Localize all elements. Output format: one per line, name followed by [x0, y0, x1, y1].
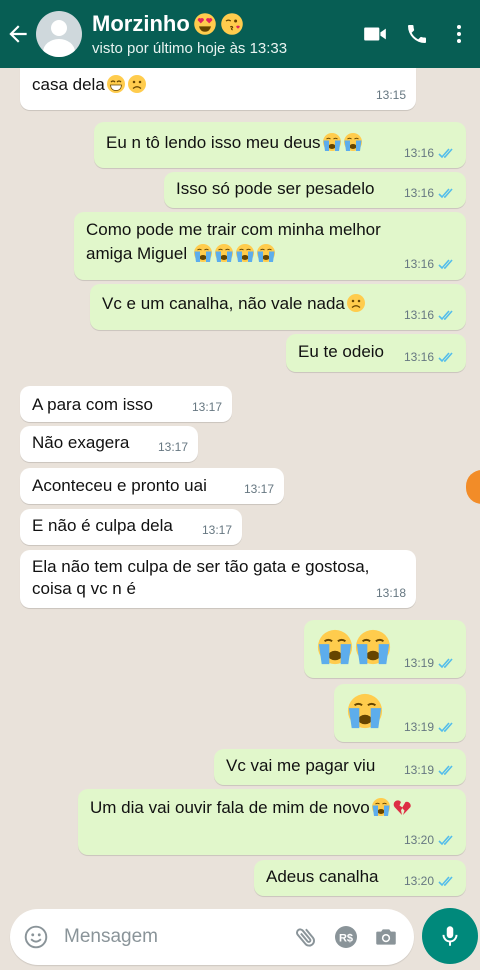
- crying-emoji-icon: [343, 132, 363, 152]
- broken-heart-emoji-icon: [392, 797, 412, 817]
- message-input-container: Mensagem R$: [10, 909, 414, 965]
- heart-eyes-emoji-icon: [193, 12, 217, 36]
- read-ticks-icon: [438, 148, 456, 159]
- message-time: 13:17: [243, 482, 274, 496]
- message-time: 13:17: [191, 400, 222, 414]
- message-text-line2: amiga Miguel: [86, 244, 188, 263]
- attach-button[interactable]: [286, 917, 326, 957]
- grin-emoji-icon: [106, 74, 126, 94]
- message-time: 13:16: [403, 257, 434, 271]
- read-ticks-icon: [438, 876, 456, 887]
- crying-emoji-icon: [354, 628, 392, 666]
- crying-emoji-icon: [193, 243, 213, 263]
- read-ticks-icon: [438, 188, 456, 199]
- message-text: E não é culpa dela: [32, 516, 173, 535]
- crying-emoji-icon: [214, 243, 234, 263]
- kiss-emoji-icon: [220, 12, 244, 36]
- read-ticks-icon: [438, 259, 456, 270]
- emoji-button[interactable]: [16, 917, 56, 957]
- read-ticks-icon: [438, 310, 456, 321]
- message-time: 13:16: [403, 308, 434, 322]
- message-bubble-outgoing[interactable]: Eu n tô lendo isso meu deus 13:16: [94, 122, 466, 168]
- message-time: 13:17: [157, 440, 188, 454]
- crying-emoji-icon: [316, 628, 354, 666]
- avatar[interactable]: [36, 11, 82, 57]
- message-bubble-outgoing[interactable]: Como pode me trair com minha melhor amig…: [74, 212, 466, 280]
- composer-bar: Mensagem R$: [0, 903, 480, 970]
- arrow-left-icon: [9, 25, 27, 43]
- message-text: casa dela: [32, 75, 105, 94]
- phone-icon: [408, 25, 426, 43]
- svg-text:R$: R$: [339, 933, 353, 945]
- message-bubble-incoming[interactable]: Não exagera 13:17: [20, 426, 198, 462]
- mic-button[interactable]: [422, 908, 478, 964]
- message-bubble-outgoing[interactable]: Eu te odeio 13:16: [286, 334, 466, 372]
- message-bubble-incoming[interactable]: Aconteceu e pronto uai 13:17: [20, 468, 284, 504]
- crying-emoji-icon: [346, 692, 384, 730]
- message-text: Ela não tem culpa de ser tão gata e gost…: [32, 557, 370, 576]
- chat-header: Morzinho visto por último hoje às 13:33: [0, 0, 480, 68]
- read-ticks-icon: [438, 722, 456, 733]
- message-time: 13:18: [375, 586, 406, 600]
- read-ticks-icon: [438, 765, 456, 776]
- payment-button[interactable]: R$: [326, 917, 366, 957]
- frown-emoji-icon: [127, 74, 147, 94]
- message-text: Eu n tô lendo isso meu deus: [106, 133, 321, 152]
- voice-call-button[interactable]: [396, 0, 438, 68]
- payment-icon: R$: [335, 926, 357, 948]
- mic-icon: [442, 926, 458, 946]
- message-bubble-incoming[interactable]: casa dela 13:15: [20, 68, 416, 110]
- message-time: 13:19: [403, 763, 434, 777]
- message-bubble-outgoing[interactable]: Um dia vai ouvir fala de mim de novo 13:…: [78, 789, 466, 855]
- read-ticks-icon: [438, 835, 456, 846]
- message-text: Aconteceu e pronto uai: [32, 476, 207, 495]
- frown-emoji-icon: [346, 293, 366, 313]
- crying-emoji-icon: [371, 797, 391, 817]
- contact-name: Morzinho: [92, 11, 190, 36]
- camera-icon: [376, 929, 396, 945]
- contact-info[interactable]: Morzinho visto por último hoje às 13:33: [92, 11, 354, 57]
- crying-emoji-icon: [322, 132, 342, 152]
- message-bubble-incoming[interactable]: A para com isso 13:17: [20, 386, 232, 422]
- message-text-line2: coisa q vc n é: [32, 579, 136, 598]
- message-time: 13:19: [403, 656, 434, 670]
- camera-button[interactable]: [366, 917, 406, 957]
- message-time: 13:19: [403, 720, 434, 734]
- back-button[interactable]: [0, 0, 36, 68]
- message-time: 13:16: [403, 146, 434, 160]
- message-text: Vc e um canalha, não vale nada: [102, 294, 345, 313]
- last-seen-status: visto por último hoje às 13:33: [92, 40, 288, 57]
- video-call-button[interactable]: [354, 0, 396, 68]
- message-time: 13:16: [403, 186, 434, 200]
- attach-icon: [296, 928, 315, 947]
- emoji-icon: [24, 925, 48, 949]
- video-call-icon: [364, 27, 386, 41]
- message-bubble-outgoing[interactable]: Vc vai me pagar viu 13:19: [214, 749, 466, 785]
- message-time: 13:16: [403, 350, 434, 364]
- message-text: Como pode me trair com minha melhor: [86, 220, 381, 239]
- message-bubble-incoming[interactable]: Ela não tem culpa de ser tão gata e gost…: [20, 550, 416, 608]
- message-bubble-outgoing[interactable]: 13:19: [304, 620, 466, 678]
- message-time: 13:20: [403, 874, 434, 888]
- message-time: 13:17: [201, 523, 232, 537]
- message-bubble-incoming[interactable]: E não é culpa dela 13:17: [20, 509, 242, 545]
- message-list[interactable]: casa dela 13:15 Eu n tô lendo isso meu d…: [0, 68, 480, 903]
- crying-emoji-icon: [256, 243, 276, 263]
- message-bubble-outgoing[interactable]: Adeus canalha 13:20: [254, 860, 466, 896]
- message-text: Um dia vai ouvir fala de mim de novo: [90, 798, 370, 817]
- message-time: 13:15: [375, 88, 406, 102]
- message-input[interactable]: Mensagem: [64, 926, 286, 948]
- more-options-button[interactable]: [438, 0, 480, 68]
- more-vert-icon: [457, 25, 461, 43]
- message-bubble-outgoing[interactable]: 13:19: [334, 684, 466, 742]
- read-ticks-icon: [438, 658, 456, 669]
- message-time: 13:20: [403, 833, 434, 847]
- read-ticks-icon: [438, 352, 456, 363]
- message-bubble-outgoing[interactable]: Isso só pode ser pesadelo 13:16: [164, 172, 466, 208]
- crying-emoji-icon: [235, 243, 255, 263]
- message-bubble-outgoing[interactable]: Vc e um canalha, não vale nada 13:16: [90, 284, 466, 330]
